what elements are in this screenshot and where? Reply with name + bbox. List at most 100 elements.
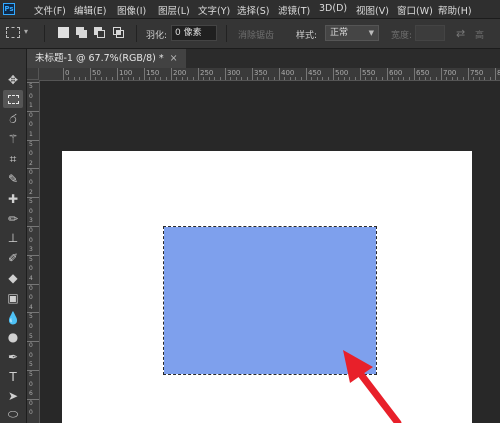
ruler-tick [27,370,39,371]
ruler-minor-tick [370,77,372,80]
ruler-minor-tick [122,77,124,80]
horizontal-ruler[interactable]: 0 50 100 150 200 250 300 350 400 450 500 550 600 650 7… [39,68,500,81]
ruler-tick [117,68,118,80]
ruler-tick-label: 500 [335,69,349,77]
ruler-tick-label: 5 [29,361,33,369]
ruler-minor-tick [430,77,432,80]
ruler-minor-tick [208,77,210,80]
rectangular-marquee-tool-icon[interactable] [3,90,23,108]
ruler-minor-tick [354,77,356,80]
intersect-selection-icon[interactable] [113,27,124,38]
width-input[interactable] [415,25,445,41]
ruler-minor-tick [241,77,243,80]
ruler-minor-tick [376,77,378,80]
ruler-minor-tick [457,77,459,80]
ruler-minor-tick [403,77,405,80]
style-select[interactable]: 正常 ▼ [325,25,379,41]
ruler-tick [27,341,39,343]
ruler-tick-label: 450 [308,69,322,77]
ruler-tick [171,68,172,80]
ruler-tick-label: 0 [29,92,33,100]
subtract-from-selection-icon[interactable] [94,27,105,38]
ruler-tick-label: 0 [29,236,33,244]
feather-input[interactable]: 0 像素 [171,25,217,41]
menu-window[interactable]: 窗口(W) [397,3,433,17]
healing-brush-tool-icon[interactable]: ✚ [3,190,23,208]
menu-view[interactable]: 视图(V) [356,3,389,17]
menu-help[interactable]: 帮助(H) [438,3,472,17]
ruler-tick-label: 400 [281,69,295,77]
ruler-minor-tick [100,77,102,80]
menu-3d[interactable]: 3D(D) [319,3,347,14]
eraser-tool-icon[interactable]: ◆ [3,269,23,287]
ruler-tick-label: 0 [29,111,33,119]
ruler-minor-tick [154,77,156,80]
type-tool-icon[interactable]: T [3,368,23,386]
ruler-tick [387,68,388,80]
swap-dimensions-icon[interactable]: ⇄ [456,27,465,40]
menu-image[interactable]: 图像(I) [117,3,146,17]
ruler-tick [27,398,39,400]
tool-preset-marquee-icon[interactable] [6,27,20,38]
ruler-minor-tick [268,77,270,80]
ruler-tick-label: 5 [29,332,33,340]
ruler-tick-label: 600 [389,69,403,77]
vertical-ruler[interactable]: 50100150200250300350400450500550600 [27,80,40,423]
menu-type[interactable]: 文字(Y) [198,3,230,17]
ruler-tick [27,110,39,112]
menu-bar: Ps 文件(F) 编辑(E) 图像(I) 图层(L) 文字(Y) 选择(S) 滤… [0,0,500,19]
ruler-tick-label: 750 [470,69,484,77]
style-label: 样式: [296,31,318,41]
ruler-tick-label: 3 [29,217,33,225]
ellipse-tool-icon[interactable]: ⬭ [3,405,23,423]
ruler-minor-tick [273,77,275,80]
magic-wand-tool-icon[interactable]: ⚚ [3,130,23,148]
ruler-tick [468,68,469,80]
ruler-minor-tick [235,77,237,80]
ruler-tick-label: 350 [254,69,268,77]
close-icon[interactable]: × [170,53,178,64]
chevron-down-icon[interactable]: ▾ [24,27,28,36]
add-to-selection-icon[interactable] [76,27,87,38]
ruler-tick-label: 2 [29,188,33,196]
width-label: 宽度: [391,31,413,41]
menu-file[interactable]: 文件(F) [34,3,66,17]
ruler-minor-tick [111,77,113,80]
ruler-minor-tick [446,77,448,80]
ruler-minor-tick [311,77,313,80]
blur-tool-icon[interactable]: 💧 [3,309,23,327]
eyedropper-tool-icon[interactable]: ✎ [3,170,23,188]
anti-alias-checkbox[interactable]: 消除锯齿 [238,28,274,41]
ruler-minor-tick [316,77,318,80]
brush-tool-icon[interactable]: ✏ [3,210,23,228]
ruler-minor-tick [408,77,410,80]
ruler-minor-tick [160,77,162,80]
ruler-tick-label: 0 [29,169,33,177]
menu-filter[interactable]: 滤镜(T) [278,3,310,17]
document-tab[interactable]: 未标题-1 @ 67.7%(RGB/8) * × [27,49,186,68]
ruler-minor-tick [424,77,426,80]
ruler-tick [90,68,91,80]
menu-layer[interactable]: 图层(L) [158,3,190,17]
gradient-tool-icon[interactable]: ▣ [3,289,23,307]
ruler-tick-label: 250 [200,69,214,77]
lasso-tool-icon[interactable]: ර [3,110,23,128]
ruler-origin[interactable] [27,68,39,80]
menu-select[interactable]: 选择(S) [237,3,269,17]
divider [44,25,45,42]
dodge-tool-icon[interactable]: ● [3,328,23,346]
rectangular-selection[interactable] [163,226,377,375]
ruler-tick-label: 6 [29,390,33,398]
crop-tool-icon[interactable]: ⌗ [3,150,23,168]
new-selection-icon[interactable] [58,27,69,38]
path-selection-tool-icon[interactable]: ➤ [3,387,23,405]
photoshop-logo-icon: Ps [3,3,15,15]
pen-tool-icon[interactable]: ✒ [3,348,23,366]
clone-stamp-tool-icon[interactable]: ⊥ [3,229,23,247]
ruler-minor-tick [68,77,70,80]
ruler-minor-tick [365,77,367,80]
menu-edit[interactable]: 编辑(E) [74,3,106,17]
ruler-minor-tick [322,77,324,80]
move-tool-icon[interactable]: ✥ [3,71,23,89]
history-brush-tool-icon[interactable]: ✐ [3,249,23,267]
